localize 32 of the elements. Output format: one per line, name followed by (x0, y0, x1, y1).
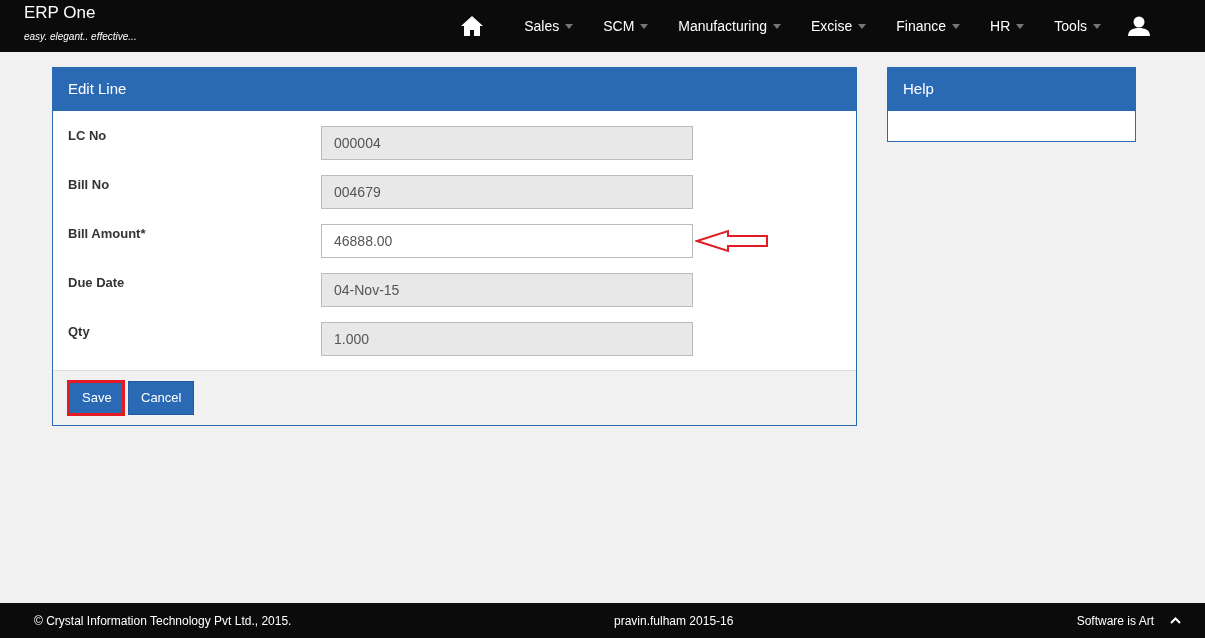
input-field[interactable]: 46888.00 (321, 224, 693, 258)
nav-menu[interactable]: Tools (1039, 15, 1116, 37)
nav-menu[interactable]: Sales (509, 15, 589, 37)
user-session-text: pravin.fulham 2015-16 (614, 612, 734, 630)
caret-icon (1093, 23, 1101, 29)
chevron-up-icon[interactable] (1170, 617, 1181, 624)
field-label: Bill Amount* (67, 225, 147, 243)
nav-menu[interactable]: SCM (588, 15, 664, 37)
caret-icon (952, 23, 961, 29)
form-button[interactable]: Save (68, 381, 124, 415)
field-label: Due Date (67, 274, 126, 292)
home-icon[interactable] (461, 16, 484, 36)
caret-icon (1016, 23, 1025, 29)
field-label: Qty (67, 323, 91, 341)
field-label: LC No (67, 127, 108, 145)
slogan-text: Software is Art (1076, 612, 1154, 630)
user-icon[interactable] (1128, 16, 1150, 36)
panel-title: Help (903, 79, 934, 100)
caret-icon (565, 23, 574, 29)
caret-icon (773, 23, 782, 29)
brand-tagline: easy. elegant.. effective... (24, 29, 137, 44)
nav-menu[interactable]: Finance (881, 15, 976, 37)
form-button[interactable]: Cancel (128, 381, 195, 415)
caret-icon (858, 23, 867, 29)
copyright-text: © Crystal Information Technology Pvt Ltd., 2015. (34, 612, 293, 630)
nav-menu[interactable]: Manufacturing (663, 15, 797, 37)
caret-icon (640, 23, 649, 29)
brand-title[interactable]: ERP One (24, 2, 137, 23)
field-label: Bill No (67, 176, 111, 194)
nav-menu[interactable]: Excise (796, 15, 882, 37)
panel-title: Edit Line (68, 79, 127, 100)
nav-menu[interactable]: HR (975, 15, 1040, 37)
